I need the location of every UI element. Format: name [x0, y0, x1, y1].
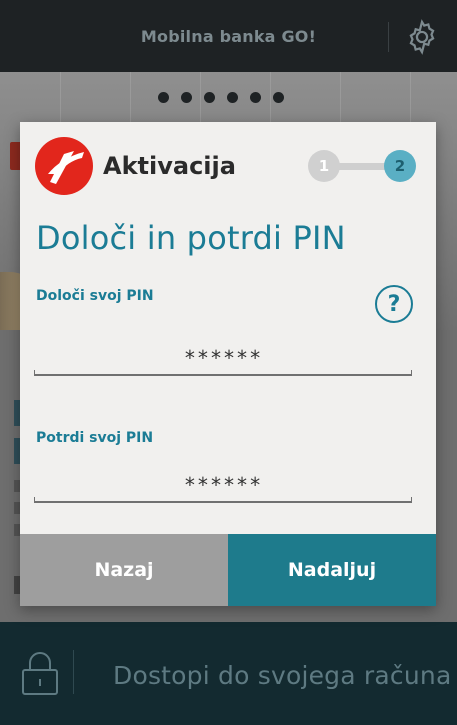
bottom-bar[interactable]: Dostopi do svojega računa: [0, 622, 457, 725]
confirm-pin-underline: [34, 497, 412, 503]
step-1: 1: [308, 150, 340, 182]
set-pin-input[interactable]: [36, 343, 410, 373]
help-glyph: ?: [387, 291, 401, 317]
dialog-title: Aktivacija: [103, 152, 236, 180]
carousel-dot[interactable]: [250, 92, 261, 103]
carousel-dot[interactable]: [158, 92, 169, 103]
carousel-dot[interactable]: [181, 92, 192, 103]
set-pin-label: Določi svoj PIN: [36, 288, 154, 304]
help-icon[interactable]: ?: [375, 285, 413, 323]
lock-icon: [22, 652, 58, 695]
carousel-dot[interactable]: [227, 92, 238, 103]
step-2-current: 2: [384, 150, 416, 182]
bottombar-divider: [73, 650, 74, 694]
topbar-divider: [388, 22, 389, 52]
carousel-dot[interactable]: [204, 92, 215, 103]
top-bar: Mobilna banka GO!: [0, 0, 457, 72]
account-access-label: Dostopi do svojega računa: [113, 661, 452, 690]
gear-icon[interactable]: [403, 18, 441, 56]
continue-button[interactable]: Nadaljuj: [228, 534, 436, 606]
back-button[interactable]: Nazaj: [20, 534, 228, 606]
confirm-pin-input[interactable]: [36, 470, 410, 500]
confirm-pin-label: Potrdi svoj PIN: [36, 430, 154, 446]
unicredit-logo-icon: [35, 137, 93, 195]
set-pin-underline: [34, 370, 412, 376]
activation-dialog: Aktivacija 1 2 Določi in potrdi PIN Dolo…: [20, 122, 436, 606]
page-heading: Določi in potrdi PIN: [36, 219, 346, 257]
carousel-dots: [158, 92, 284, 103]
step-indicator: 1 2: [308, 146, 420, 186]
carousel-dot[interactable]: [273, 92, 284, 103]
